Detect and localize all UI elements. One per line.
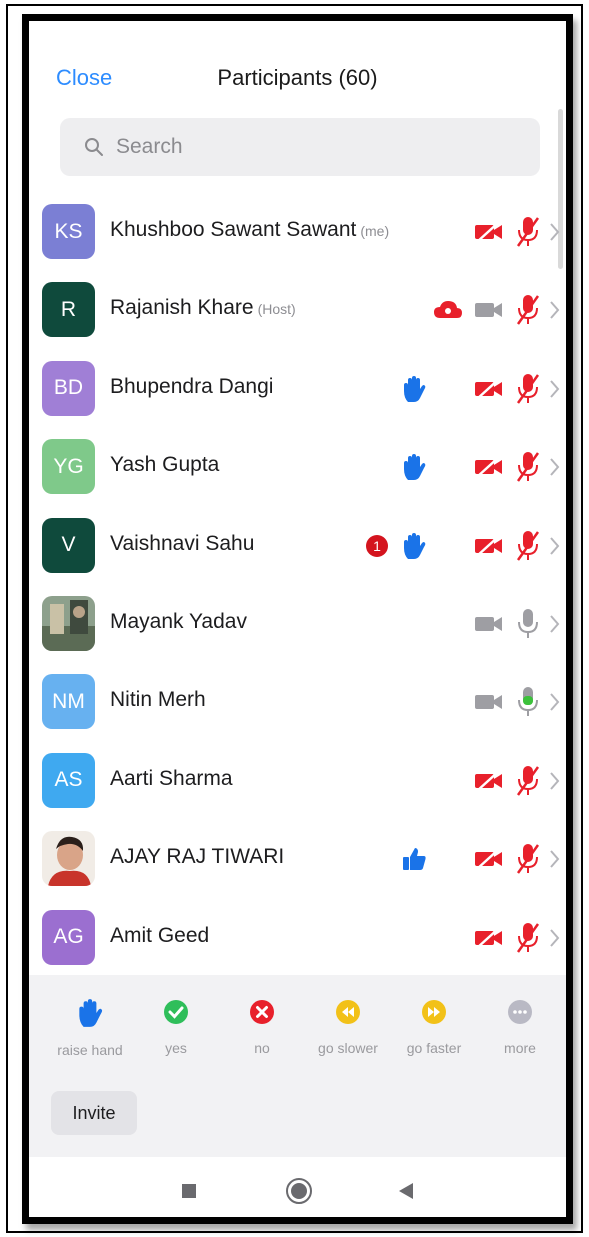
avatar: BD (42, 360, 95, 416)
chevron-right-icon (550, 850, 560, 868)
participant-tag: (Host) (257, 301, 296, 318)
video-camera-icon (468, 604, 508, 644)
mic-muted-icon (508, 447, 548, 487)
participant-row[interactable]: Mayank Yadav (29, 585, 566, 663)
search-icon (85, 138, 103, 156)
phone-screen: Close Participants (60) KS Khushboo Sawa… (22, 14, 573, 1224)
chevron-right-icon (550, 693, 560, 712)
recents-icon[interactable] (181, 1183, 197, 1199)
participant-name: Aarti Sharma (110, 766, 233, 790)
no-button[interactable]: no (219, 997, 305, 1056)
mic-muted-icon (508, 918, 548, 958)
avatar: AG (42, 909, 95, 965)
participant-list: KS Khushboo Sawant Sawant (me) R Rajanish… (29, 193, 566, 977)
video-off-icon (468, 761, 508, 801)
avatar (42, 595, 95, 651)
participant-row[interactable]: AG Amit Geed (29, 899, 566, 977)
mic-muted-icon (508, 526, 548, 566)
reactions-panel: raise hand yes no go slower go faster mo… (29, 975, 566, 1157)
participant-name: Nitin Merh (110, 688, 206, 712)
avatar: V (42, 517, 95, 573)
video-off-icon (468, 918, 508, 958)
chevron-right-icon (550, 223, 560, 241)
avatar: YG (42, 439, 95, 495)
video-off-icon (468, 212, 508, 252)
participant-name: Yash Gupta (110, 453, 220, 477)
participant-row[interactable]: NM Nitin Merh (29, 663, 566, 741)
participant-name: Bhupendra Dangi (110, 374, 274, 398)
mic-active-icon (508, 682, 548, 722)
participant-name: AJAY RAJ TIWARI (110, 845, 285, 869)
video-off-icon (468, 447, 508, 487)
chevron-right-icon (550, 301, 560, 320)
chevron-right-icon (550, 928, 560, 947)
mic-muted-icon (508, 839, 548, 879)
participant-row[interactable]: BD Bhupendra Dangi (29, 350, 566, 428)
participant-name: Khushboo Sawant Sawant (me) (110, 218, 390, 241)
chevron-right-icon (550, 615, 560, 633)
chevron-right-icon (550, 536, 560, 555)
participant-row[interactable]: YG Yash Gupta (29, 428, 566, 506)
participant-tag: (me) (360, 223, 390, 239)
participant-name: Vaishnavi Sahu (110, 531, 255, 555)
thumbs-up-icon (394, 839, 434, 879)
chevron-right-icon (550, 772, 560, 790)
fast-forward-icon (422, 1000, 446, 1024)
raise-hand-icon (394, 447, 434, 487)
raise-hand-icon (394, 369, 434, 409)
more-button[interactable]: more (477, 997, 563, 1056)
avatar: NM (42, 674, 95, 730)
chevron-right-icon (550, 458, 560, 476)
go-faster-button[interactable]: go faster (391, 997, 477, 1056)
participant-name: Amit Geed (110, 923, 210, 947)
cloud-recording-icon (428, 290, 468, 330)
participant-row[interactable]: AJAY RAJ TIWARI (29, 820, 566, 898)
search-input[interactable] (110, 118, 522, 176)
avatar (42, 831, 95, 887)
mic-muted-icon (508, 369, 548, 409)
chevron-right-icon (550, 380, 560, 398)
page-title: Participants (60) (217, 65, 378, 90)
mic-icon (508, 604, 548, 644)
video-off-icon (468, 369, 508, 409)
video-off-icon (468, 526, 508, 566)
mic-muted-icon (508, 290, 548, 330)
home-icon[interactable] (285, 1177, 313, 1205)
avatar: KS (42, 204, 95, 259)
header: Close Participants (60) (29, 21, 566, 117)
android-nav-bar (29, 1157, 566, 1217)
yes-button[interactable]: yes (133, 997, 219, 1056)
raise-hand-button[interactable]: raise hand (47, 997, 133, 1058)
raise-hand-icon (79, 999, 103, 1027)
avatar: AS (42, 752, 95, 808)
participant-row[interactable]: R Rajanish Khare (Host) (29, 271, 566, 349)
more-icon (508, 1000, 532, 1024)
go-slower-button[interactable]: go slower (305, 997, 391, 1056)
mic-muted-icon (508, 212, 548, 252)
check-icon (164, 1000, 188, 1024)
participant-row[interactable]: V Vaishnavi Sahu 1 (29, 507, 566, 585)
back-icon[interactable] (397, 1181, 415, 1201)
video-camera-icon (468, 682, 508, 722)
video-off-icon (468, 839, 508, 879)
participant-row[interactable]: KS Khushboo Sawant Sawant (me) (29, 193, 566, 271)
participant-row[interactable]: AS Aarti Sharma (29, 742, 566, 820)
rewind-icon (336, 1000, 360, 1024)
mic-muted-icon (508, 761, 548, 801)
participant-name: Rajanish Khare (Host) (110, 296, 296, 320)
chat-badge: 1 (360, 526, 394, 566)
invite-button[interactable]: Invite (51, 1091, 137, 1135)
x-icon (250, 1000, 274, 1024)
raise-hand-icon (394, 526, 434, 566)
participant-name: Mayank Yadav (110, 609, 247, 633)
video-camera-icon (468, 290, 508, 330)
search-bar[interactable] (60, 118, 540, 176)
avatar: R (42, 282, 95, 338)
